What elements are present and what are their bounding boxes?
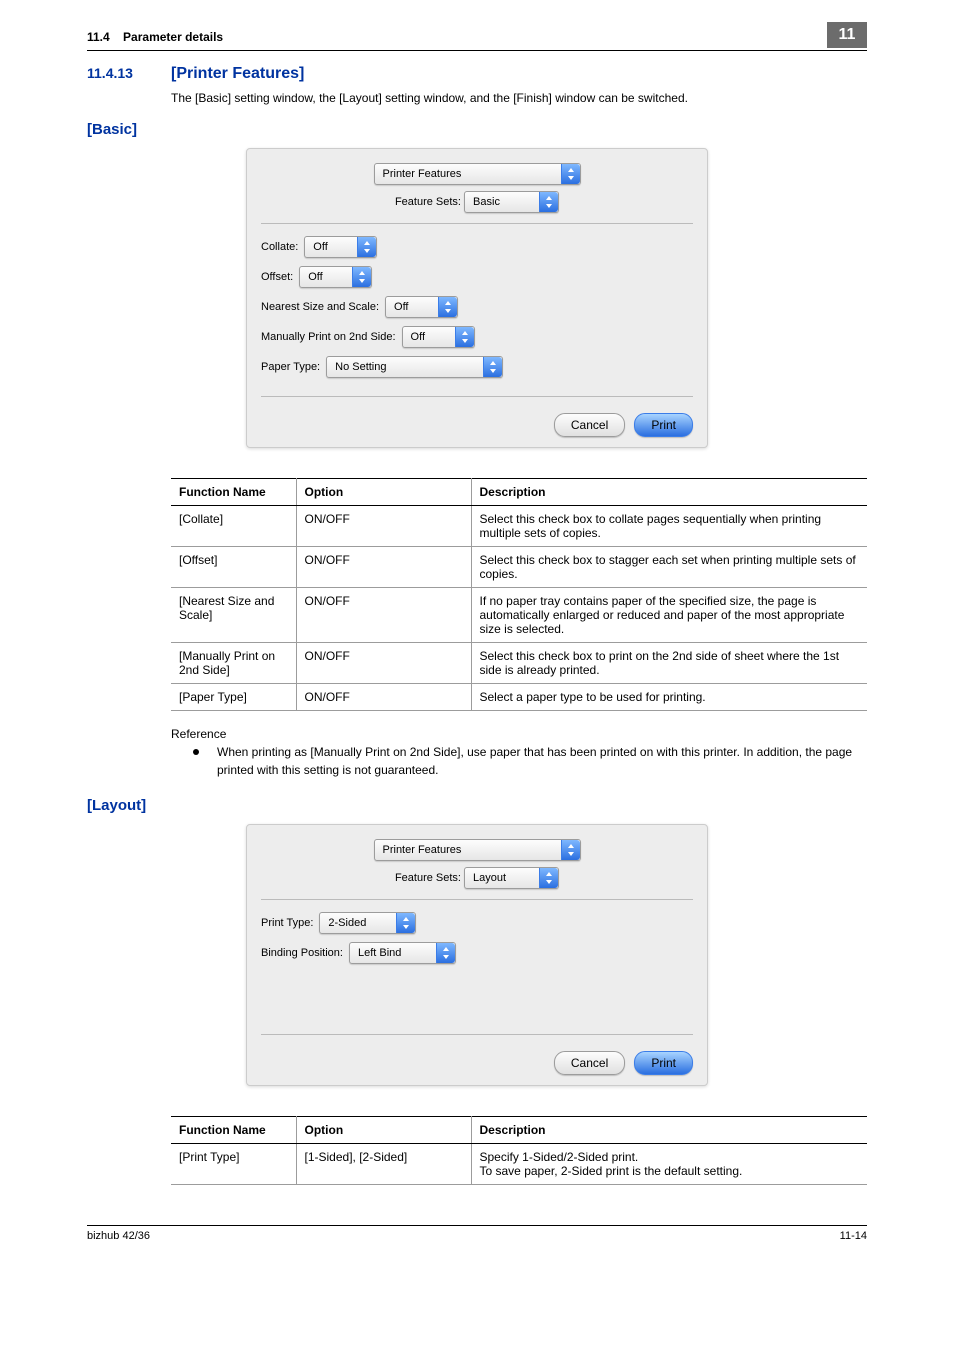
print-type-label: Print Type:: [261, 917, 313, 929]
cell-desc: Select this check box to collate pages s…: [471, 506, 867, 547]
paper-type-select[interactable]: No Setting: [326, 356, 503, 378]
cell-func: [Print Type]: [171, 1144, 296, 1185]
cell-desc: Select a paper type to be used for print…: [471, 684, 867, 711]
chevron-updown-icon: [539, 192, 558, 212]
offset-select[interactable]: Off: [299, 266, 372, 288]
basic-table: Function Name Option Description [Collat…: [171, 478, 867, 711]
collate-select[interactable]: Off: [304, 236, 377, 258]
footer-right: 11-14: [840, 1230, 867, 1242]
footer-left: bizhub 42/36: [87, 1230, 150, 1242]
chevron-updown-icon: [455, 327, 474, 347]
th-function: Function Name: [171, 1117, 296, 1144]
table-row: [Offset] ON/OFF Select this check box to…: [171, 547, 867, 588]
th-description: Description: [471, 479, 867, 506]
cancel-button[interactable]: Cancel: [554, 413, 625, 437]
th-function: Function Name: [171, 479, 296, 506]
chevron-updown-icon: [357, 237, 376, 257]
reference-label: Reference: [171, 727, 867, 741]
chevron-updown-icon: [483, 357, 502, 377]
cell-opt: ON/OFF: [296, 506, 471, 547]
main-panel-select[interactable]: Printer Features: [374, 163, 581, 185]
cell-desc: Select this check box to stagger each se…: [471, 547, 867, 588]
manual-select[interactable]: Off: [402, 326, 475, 348]
cell-opt: ON/OFF: [296, 547, 471, 588]
main-panel-select[interactable]: Printer Features: [374, 839, 581, 861]
chevron-updown-icon: [396, 913, 415, 933]
th-description: Description: [471, 1117, 867, 1144]
offset-label: Offset:: [261, 271, 293, 283]
header-section-title: Parameter details: [123, 30, 223, 44]
chevron-updown-icon: [561, 840, 580, 860]
manual-label: Manually Print on 2nd Side:: [261, 331, 396, 343]
cell-opt: ON/OFF: [296, 588, 471, 643]
chevron-updown-icon: [539, 868, 558, 888]
th-option: Option: [296, 479, 471, 506]
table-row: [Paper Type] ON/OFF Select a paper type …: [171, 684, 867, 711]
chevron-updown-icon: [352, 267, 371, 287]
cell-func: [Collate]: [171, 506, 296, 547]
print-type-select[interactable]: 2-Sided: [319, 912, 416, 934]
print-type-value: 2-Sided: [320, 913, 396, 933]
cell-func: [Manually Print on 2nd Side]: [171, 643, 296, 684]
paper-type-value: No Setting: [327, 357, 483, 377]
nearest-value: Off: [386, 297, 438, 317]
cell-desc: Select this check box to print on the 2n…: [471, 643, 867, 684]
cell-desc: Specify 1-Sided/2-Sided print. To save p…: [471, 1144, 867, 1185]
binding-label: Binding Position:: [261, 947, 343, 959]
feature-sets-value: Basic: [465, 192, 539, 212]
reference-bullet: When printing as [Manually Print on 2nd …: [217, 743, 867, 779]
th-option: Option: [296, 1117, 471, 1144]
feature-sets-select[interactable]: Basic: [464, 191, 559, 213]
cancel-button[interactable]: Cancel: [554, 1051, 625, 1075]
layout-heading: [Layout]: [87, 797, 867, 814]
cell-desc: If no paper tray contains paper of the s…: [471, 588, 867, 643]
manual-value: Off: [403, 327, 455, 347]
chevron-updown-icon: [438, 297, 457, 317]
cell-opt: ON/OFF: [296, 643, 471, 684]
offset-value: Off: [300, 267, 352, 287]
basic-dialog: Printer Features Feature Sets: Basic Col…: [246, 148, 708, 448]
table-row: [Print Type] [1-Sided], [2-Sided] Specif…: [171, 1144, 867, 1185]
chevron-updown-icon: [561, 164, 580, 184]
table-row: [Nearest Size and Scale] ON/OFF If no pa…: [171, 588, 867, 643]
chevron-updown-icon: [436, 943, 455, 963]
feature-sets-select[interactable]: Layout: [464, 867, 559, 889]
binding-select[interactable]: Left Bind: [349, 942, 456, 964]
paper-type-label: Paper Type:: [261, 361, 320, 373]
cell-func: [Paper Type]: [171, 684, 296, 711]
collate-value: Off: [305, 237, 357, 257]
intro-text: The [Basic] setting window, the [Layout]…: [171, 89, 867, 107]
feature-sets-label: Feature Sets:: [395, 872, 461, 884]
nearest-label: Nearest Size and Scale:: [261, 301, 379, 313]
heading-title: [Printer Features]: [171, 65, 304, 83]
cell-opt: ON/OFF: [296, 684, 471, 711]
header-section: 11.4 Parameter details: [87, 30, 827, 44]
binding-value: Left Bind: [350, 943, 436, 963]
main-panel-select-label: Printer Features: [375, 840, 561, 860]
main-panel-select-label: Printer Features: [375, 164, 561, 184]
heading-number: 11.4.13: [87, 65, 157, 81]
layout-table: Function Name Option Description [Print …: [171, 1116, 867, 1185]
feature-sets-value: Layout: [465, 868, 539, 888]
header-section-no: 11.4: [87, 30, 110, 44]
print-button[interactable]: Print: [634, 1051, 693, 1075]
cell-func: [Offset]: [171, 547, 296, 588]
divider: [261, 223, 693, 224]
divider: [261, 899, 693, 900]
bullet-icon: [193, 749, 199, 755]
layout-dialog: Printer Features Feature Sets: Layout Pr…: [246, 824, 708, 1086]
nearest-select[interactable]: Off: [385, 296, 458, 318]
table-row: [Manually Print on 2nd Side] ON/OFF Sele…: [171, 643, 867, 684]
chapter-badge: 11: [827, 22, 867, 48]
collate-label: Collate:: [261, 241, 298, 253]
basic-heading: [Basic]: [87, 121, 867, 138]
table-row: [Collate] ON/OFF Select this check box t…: [171, 506, 867, 547]
cell-opt: [1-Sided], [2-Sided]: [296, 1144, 471, 1185]
cell-func: [Nearest Size and Scale]: [171, 588, 296, 643]
print-button[interactable]: Print: [634, 413, 693, 437]
feature-sets-label: Feature Sets:: [395, 196, 461, 208]
